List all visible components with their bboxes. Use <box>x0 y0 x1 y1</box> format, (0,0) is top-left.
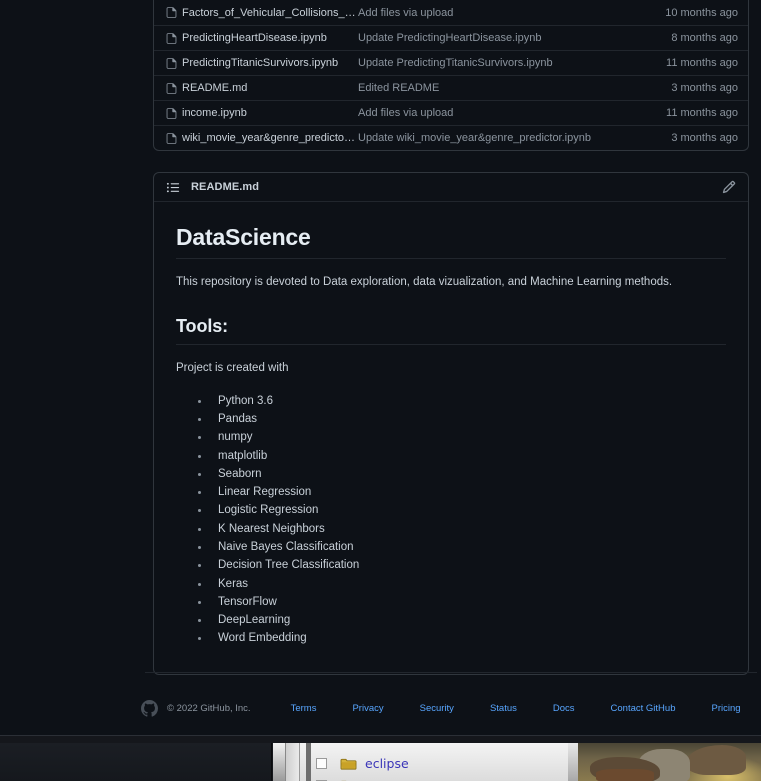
file-name-link[interactable]: wiki_movie_year&genre_predictor.i... <box>182 132 358 144</box>
strip-top-border <box>0 735 761 736</box>
list-item: Logistic Regression <box>196 501 726 519</box>
readme-content: DataScience This repository is devoted t… <box>154 202 748 674</box>
table-row[interactable]: Factors_of_Vehicular_Collisions_th... Ad… <box>154 0 748 25</box>
file-name-link[interactable]: income.ipynb <box>182 107 358 119</box>
file-icon <box>160 107 182 120</box>
list-item: DeepLearning <box>196 611 726 629</box>
table-row[interactable]: README.md Edited README 3 months ago <box>154 75 748 100</box>
background-file-manager-window[interactable]: eclipse <box>285 743 568 781</box>
commit-message-link[interactable]: Update PredictingTitanicSurvivors.ipynb <box>358 57 666 69</box>
list-item: Keras <box>196 575 726 593</box>
list-item: TensorFlow <box>196 593 726 611</box>
table-row[interactable]: income.ipynb Add files via upload 11 mon… <box>154 100 748 125</box>
footer-link-status[interactable]: Status <box>490 703 517 714</box>
list-item: Seaborn <box>196 465 726 483</box>
readme-card: README.md DataScience This repository is… <box>153 172 749 675</box>
background-dark-window[interactable] <box>0 743 272 781</box>
readme-filename: README.md <box>191 181 260 193</box>
repo-file-table: Factors_of_Vehicular_Collisions_th... Ad… <box>153 0 749 151</box>
list-item: Linear Regression <box>196 483 726 501</box>
github-mark-icon <box>141 699 158 717</box>
readme-header: README.md <box>154 173 748 202</box>
file-manager-gutter <box>286 743 300 781</box>
desert-photo-image <box>578 743 761 781</box>
commit-message-link[interactable]: Edited README <box>358 82 671 94</box>
github-repo-page: Factors_of_Vehicular_Collisions_th... Ad… <box>0 0 761 735</box>
file-name-link[interactable]: PredictingHeartDisease.ipynb <box>182 32 358 44</box>
background-photo-window[interactable] <box>568 743 761 781</box>
readme-heading-1: DataScience <box>176 224 726 259</box>
footer-divider <box>145 672 757 673</box>
pencil-icon[interactable] <box>722 180 736 194</box>
commit-age: 11 months ago <box>666 57 738 69</box>
list-item[interactable]: eclipse <box>316 753 409 773</box>
commit-message-link[interactable]: Update wiki_movie_year&genre_predictor.i… <box>358 132 671 144</box>
folder-icon <box>340 756 357 771</box>
table-row[interactable]: PredictingHeartDisease.ipynb Update Pred… <box>154 25 748 50</box>
commit-age: 10 months ago <box>665 6 738 19</box>
tools-intro-paragraph: Project is created with <box>176 361 289 374</box>
footer-link-docs[interactable]: Docs <box>553 703 575 714</box>
commit-message-link[interactable]: Add files via upload <box>358 107 666 119</box>
file-icon <box>160 6 182 19</box>
table-row[interactable]: PredictingTitanicSurvivors.ipynb Update … <box>154 50 748 75</box>
list-unordered-icon[interactable] <box>166 179 182 195</box>
photo-rock-shape <box>686 745 746 775</box>
file-icon <box>160 82 182 95</box>
list-item: Word Embedding <box>196 629 726 647</box>
photo-rock-shape <box>596 769 654 781</box>
footer-link-security[interactable]: Security <box>420 703 454 714</box>
footer-link-pricing[interactable]: Pricing <box>711 703 740 714</box>
commit-age: 3 months ago <box>671 132 738 144</box>
list-item[interactable] <box>316 775 365 781</box>
folder-label[interactable]: eclipse <box>365 756 409 771</box>
file-icon <box>160 57 182 70</box>
footer-link-contact-github[interactable]: Contact GitHub <box>611 703 676 714</box>
copyright-text: © 2022 GitHub, Inc. <box>167 702 251 714</box>
file-icon <box>160 132 182 145</box>
file-name-link[interactable]: PredictingTitanicSurvivors.ipynb <box>182 57 358 69</box>
file-manager-divider <box>306 743 311 781</box>
footer-link-privacy[interactable]: Privacy <box>352 703 383 714</box>
list-item: matplotlib <box>196 447 726 465</box>
file-icon <box>160 32 182 45</box>
readme-intro-paragraph: This repository is devoted to Data explo… <box>176 276 673 288</box>
file-name-link[interactable]: README.md <box>182 82 358 94</box>
footer-links: Terms Privacy Security Status Docs Conta… <box>291 703 761 714</box>
folder-icon <box>340 778 357 781</box>
page-footer: © 2022 GitHub, Inc. Terms Privacy Securi… <box>141 695 753 721</box>
readme-heading-2: Tools: <box>176 316 726 345</box>
commit-message-link[interactable]: Update PredictingHeartDisease.ipynb <box>358 32 671 44</box>
commit-message-link[interactable]: Add files via upload <box>358 7 665 19</box>
list-item: K Nearest Neighbors <box>196 520 726 538</box>
background-desktop-strip: eclipse <box>0 735 761 781</box>
list-item: Python 3.6 <box>196 392 726 410</box>
commit-age: 11 months ago <box>666 107 738 119</box>
commit-age: 8 months ago <box>671 32 738 44</box>
row-checkbox[interactable] <box>316 757 327 769</box>
photo-window-scrollbar[interactable] <box>568 743 578 781</box>
list-item: numpy <box>196 428 726 446</box>
table-row[interactable]: wiki_movie_year&genre_predictor.i... Upd… <box>154 125 748 150</box>
list-item: Decision Tree Classification <box>196 556 726 574</box>
list-item: Naive Bayes Classification <box>196 538 726 556</box>
list-item: Pandas <box>196 410 726 428</box>
tools-list: Python 3.6 Pandas numpy matplotlib Seabo… <box>176 392 726 648</box>
background-scrollbar[interactable] <box>273 743 285 781</box>
footer-link-terms[interactable]: Terms <box>291 703 317 714</box>
file-name-link[interactable]: Factors_of_Vehicular_Collisions_th... <box>182 7 358 19</box>
commit-age: 3 months ago <box>671 82 738 94</box>
